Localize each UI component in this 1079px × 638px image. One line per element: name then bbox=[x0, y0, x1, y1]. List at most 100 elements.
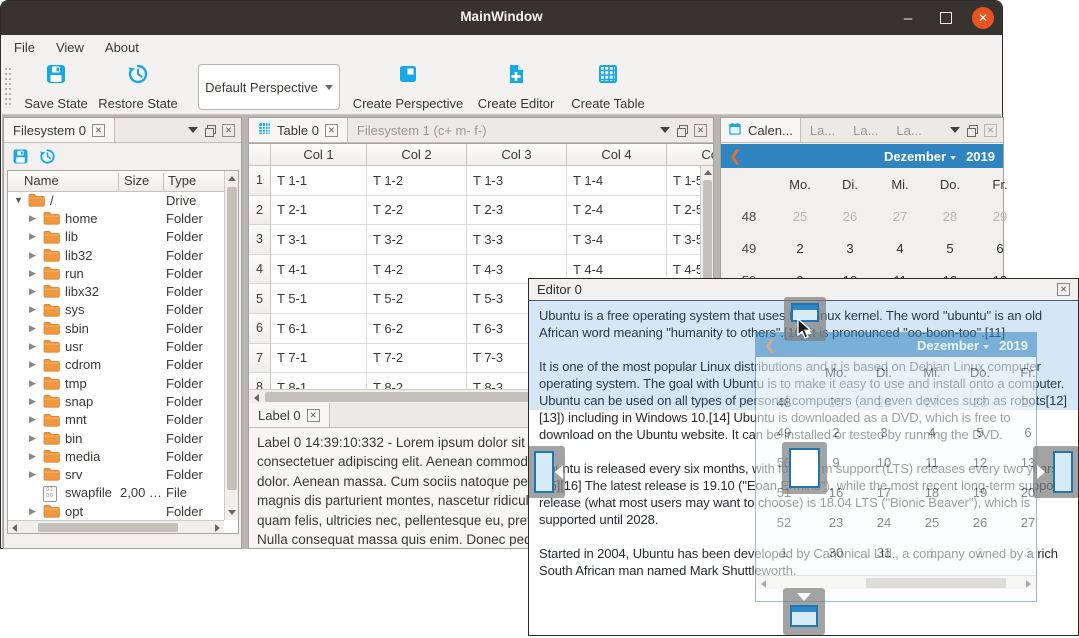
maximize-button[interactable] bbox=[934, 6, 958, 30]
perspective-combobox[interactable]: Default Perspective bbox=[198, 64, 340, 110]
caret-collapsed-icon[interactable]: ▶ bbox=[29, 304, 36, 315]
tree-row[interactable]: ▼/Drive bbox=[8, 191, 224, 209]
table-column-header[interactable]: Col 5 bbox=[667, 144, 713, 166]
caret-collapsed-icon[interactable]: ▶ bbox=[29, 396, 36, 407]
save-icon[interactable] bbox=[12, 148, 29, 168]
tree-row[interactable]: ▶mediaFolder bbox=[8, 447, 224, 465]
history-icon[interactable] bbox=[39, 148, 56, 168]
row-header[interactable]: 6 bbox=[249, 314, 271, 344]
table-cell[interactable]: T 4-2 bbox=[367, 255, 467, 285]
tree-header[interactable]: Name Size Type bbox=[8, 171, 238, 192]
menu-file[interactable]: File bbox=[5, 37, 44, 58]
table-cell[interactable]: T 1-5 bbox=[667, 166, 700, 196]
table-cell[interactable]: T 1-1 bbox=[271, 166, 367, 196]
table-column-header[interactable]: Col 3 bbox=[467, 144, 567, 166]
calendar-day[interactable]: 5 bbox=[925, 232, 975, 264]
save-state-button[interactable]: Save State bbox=[18, 63, 94, 111]
tree-row[interactable]: ▶sbinFolder bbox=[8, 319, 224, 337]
table-cell[interactable]: T 8-1 bbox=[271, 373, 367, 389]
tab-filesystem-0[interactable]: Filesystem 0 ✕ bbox=[4, 118, 115, 142]
tab-calendar-0[interactable]: Calen... bbox=[721, 118, 801, 142]
caret-collapsed-icon[interactable]: ▶ bbox=[29, 323, 36, 334]
caret-collapsed-icon[interactable]: ▶ bbox=[29, 286, 36, 297]
caret-collapsed-icon[interactable]: ▶ bbox=[29, 268, 36, 279]
column-name[interactable]: Name bbox=[24, 173, 59, 188]
table-cell[interactable]: T 1-4 bbox=[567, 166, 667, 196]
caret-collapsed-icon[interactable]: ▶ bbox=[29, 506, 36, 517]
tree-row[interactable]: ▶sysFolder bbox=[8, 301, 224, 319]
dock-indicator-right[interactable] bbox=[1033, 446, 1079, 498]
create-perspective-button[interactable]: Create Perspective bbox=[349, 63, 467, 111]
panel-close-icon[interactable]: ✕ bbox=[222, 124, 235, 137]
calendar-day[interactable]: 28 bbox=[925, 200, 975, 232]
dock-indicator-left[interactable] bbox=[528, 446, 565, 498]
create-table-button[interactable]: Create Table bbox=[568, 63, 648, 111]
calendar-day[interactable]: 26 bbox=[825, 200, 875, 232]
table-cell[interactable]: T 2-5 bbox=[667, 196, 700, 226]
tab-close-icon[interactable]: ✕ bbox=[307, 409, 320, 422]
caret-collapsed-icon[interactable]: ▶ bbox=[29, 451, 36, 462]
dock-indicator-bottom[interactable] bbox=[783, 588, 825, 635]
dock-indicator-center[interactable] bbox=[782, 442, 827, 494]
tab-close-icon[interactable]: ✕ bbox=[325, 124, 338, 137]
caret-collapsed-icon[interactable]: ▶ bbox=[29, 433, 36, 444]
tree-row[interactable]: ▶tmpFolder bbox=[8, 374, 224, 392]
tree-row[interactable]: ▶mntFolder bbox=[8, 411, 224, 429]
table-cell[interactable]: T 6-2 bbox=[367, 314, 467, 344]
table-cell[interactable]: T 2-2 bbox=[367, 196, 467, 226]
prev-month-icon[interactable]: ❮ bbox=[721, 149, 742, 164]
table-cell[interactable]: T 5-1 bbox=[271, 284, 367, 314]
table-cell[interactable]: T 4-1 bbox=[271, 255, 367, 285]
caret-collapsed-icon[interactable]: ▶ bbox=[29, 250, 36, 261]
tab-label-2[interactable]: La... bbox=[844, 118, 887, 142]
tree-row[interactable]: ▶libx32Folder bbox=[8, 282, 224, 300]
table-cell[interactable]: T 1-3 bbox=[467, 166, 567, 196]
row-header[interactable]: 7 bbox=[249, 344, 271, 374]
table-cell[interactable]: T 6-1 bbox=[271, 314, 367, 344]
tree-row[interactable]: ▶snapFolder bbox=[8, 392, 224, 410]
row-header[interactable]: 5 bbox=[249, 284, 271, 314]
toolbar-drag-handle[interactable] bbox=[5, 68, 11, 106]
row-header[interactable]: 2 bbox=[249, 196, 271, 226]
tree-vscrollbar[interactable] bbox=[224, 171, 238, 520]
table-column-header[interactable]: Col 4 bbox=[567, 144, 667, 166]
row-header[interactable]: 1 bbox=[249, 166, 271, 196]
row-header[interactable]: 8 bbox=[249, 373, 271, 389]
panel-close-icon[interactable]: ✕ bbox=[694, 124, 707, 137]
caret-collapsed-icon[interactable]: ▶ bbox=[29, 414, 36, 425]
table-cell[interactable]: T 7-2 bbox=[367, 344, 467, 374]
table-column-header[interactable]: Col 1 bbox=[271, 144, 367, 166]
undock-icon[interactable] bbox=[967, 125, 977, 135]
tree-row[interactable]: ▶cdromFolder bbox=[8, 356, 224, 374]
table-cell[interactable]: T 7-1 bbox=[271, 344, 367, 374]
table-cell[interactable]: T 3-5 bbox=[667, 225, 700, 255]
calendar-day[interactable]: 25 bbox=[775, 200, 825, 232]
tab-menu-icon[interactable] bbox=[950, 127, 960, 133]
table-cell[interactable]: T 2-3 bbox=[467, 196, 567, 226]
table-cell[interactable]: T 5-2 bbox=[367, 284, 467, 314]
caret-collapsed-icon[interactable]: ▶ bbox=[29, 213, 36, 224]
tree-row[interactable]: ▶homeFolder bbox=[8, 209, 224, 227]
tree-row[interactable]: ▶lib32Folder bbox=[8, 246, 224, 264]
tab-menu-icon[interactable] bbox=[188, 127, 198, 133]
menu-view[interactable]: View bbox=[47, 37, 93, 58]
minimize-button[interactable]: – bbox=[896, 6, 920, 30]
table-cell[interactable]: T 1-2 bbox=[367, 166, 467, 196]
tree-row[interactable]: ▶binFolder bbox=[8, 429, 224, 447]
calendar-day[interactable]: 3 bbox=[825, 232, 875, 264]
tab-label-0[interactable]: Label 0 ✕ bbox=[249, 403, 330, 427]
table-cell[interactable]: T 2-1 bbox=[271, 196, 367, 226]
close-button[interactable]: ✕ bbox=[972, 7, 994, 29]
tree-row[interactable]: 0100swapfile2,00 …File bbox=[8, 484, 224, 502]
calendar-day[interactable]: 2 bbox=[775, 232, 825, 264]
panel-close-icon[interactable]: ✕ bbox=[984, 124, 997, 137]
calendar-year[interactable]: 2019 bbox=[966, 149, 995, 164]
create-editor-button[interactable]: Create Editor bbox=[472, 63, 560, 111]
calendar-day[interactable]: 29 bbox=[975, 200, 1025, 232]
table-column-header[interactable]: Col 2 bbox=[367, 144, 467, 166]
row-header[interactable]: 4 bbox=[249, 255, 271, 285]
caret-collapsed-icon[interactable]: ▶ bbox=[29, 359, 36, 370]
caret-collapsed-icon[interactable]: ▶ bbox=[29, 378, 36, 389]
menu-about[interactable]: About bbox=[96, 37, 148, 58]
tab-menu-icon[interactable] bbox=[660, 127, 670, 133]
